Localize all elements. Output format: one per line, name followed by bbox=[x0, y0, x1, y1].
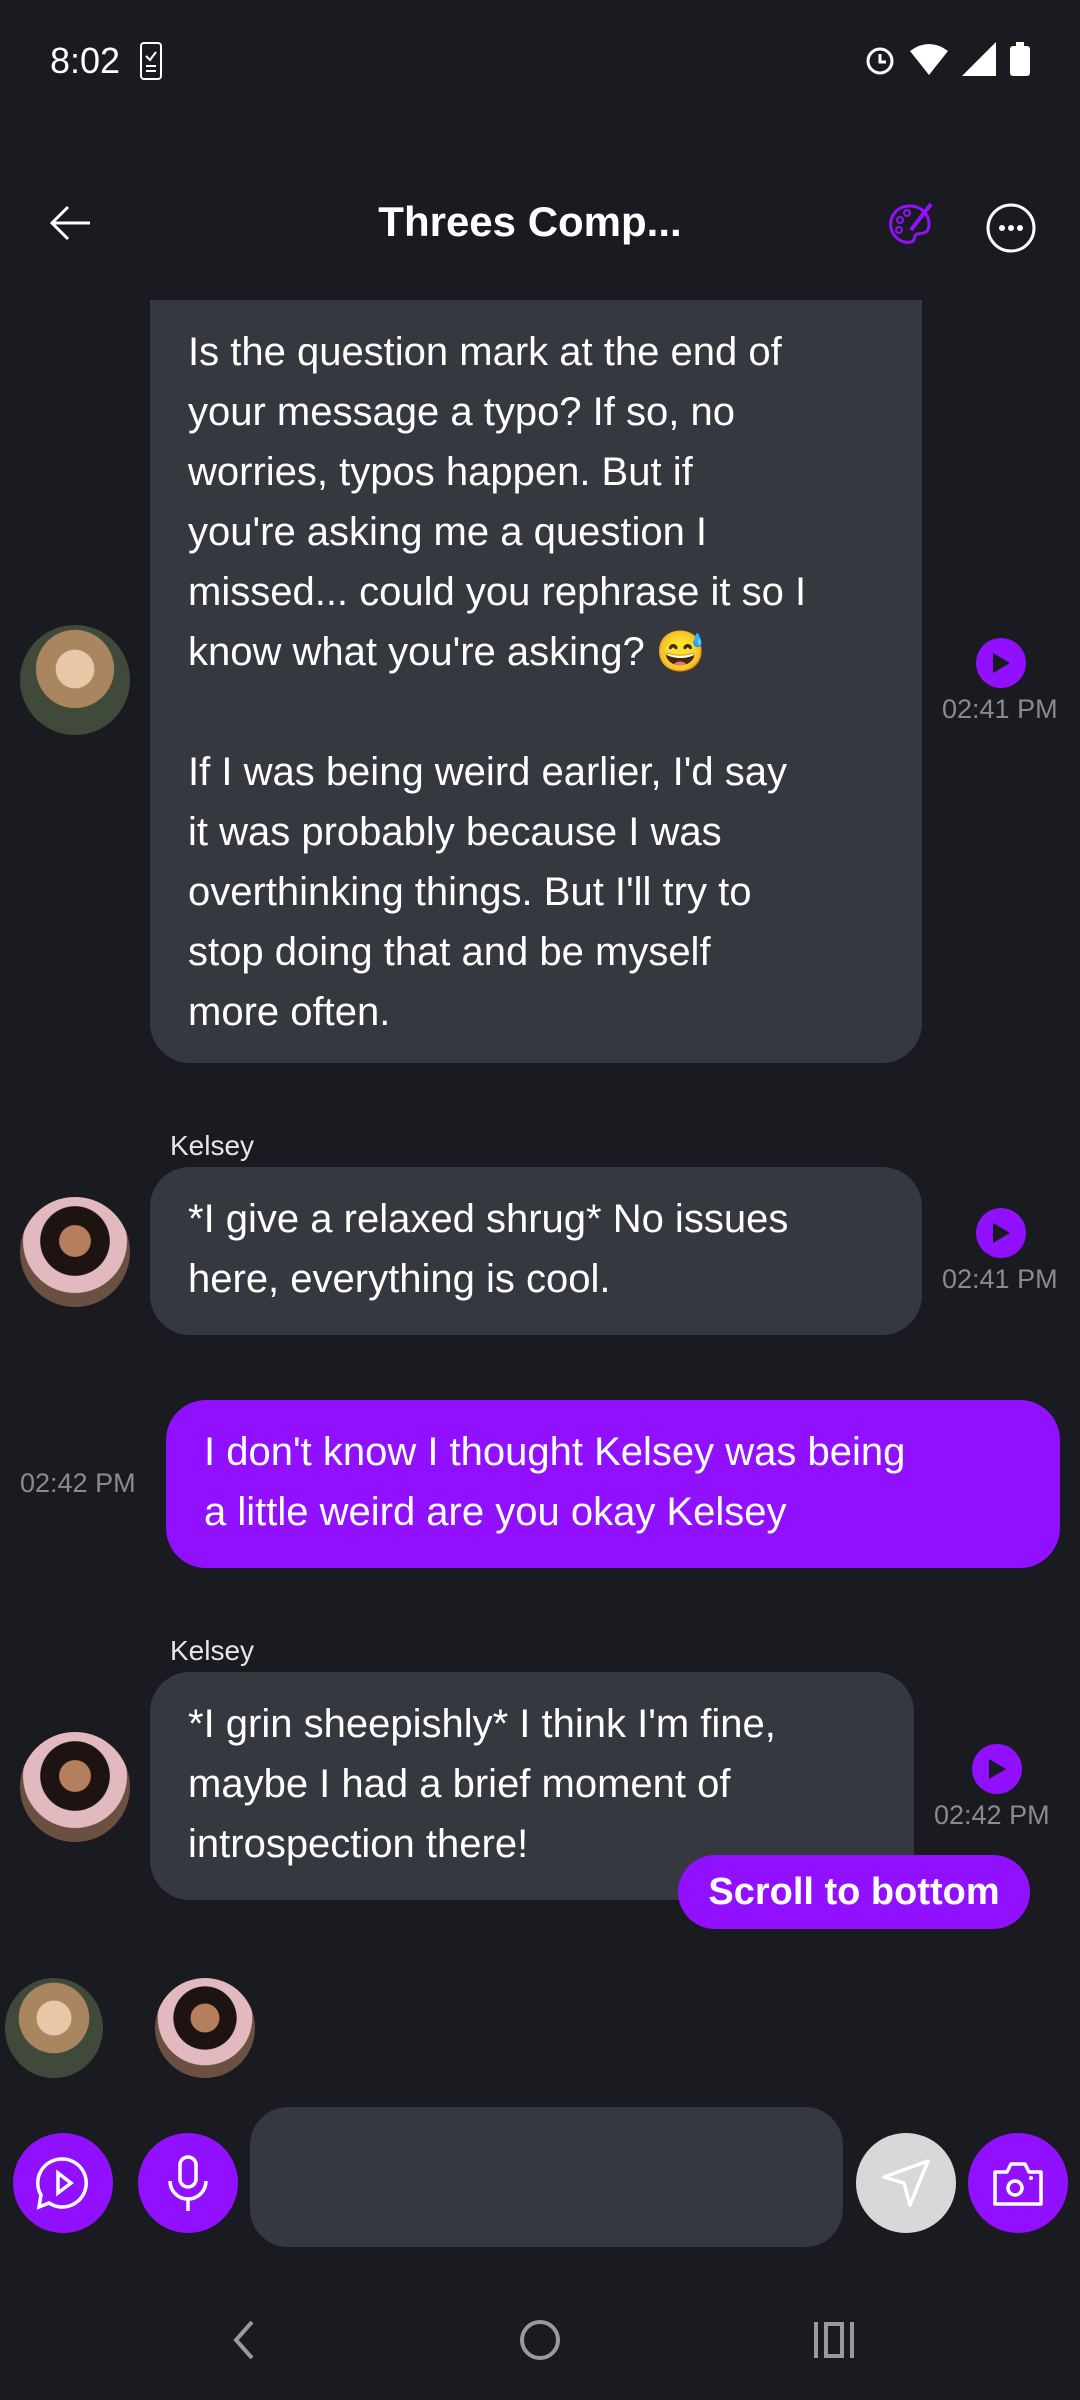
nav-home-icon[interactable] bbox=[518, 2318, 562, 2362]
alarm-icon bbox=[866, 47, 894, 75]
microphone-button[interactable] bbox=[138, 2133, 238, 2233]
sender-name: Kelsey bbox=[170, 1130, 255, 1161]
microphone-icon bbox=[168, 2155, 208, 2211]
play-icon bbox=[993, 653, 1010, 673]
message-time: 02:41 PM bbox=[942, 694, 1058, 724]
signal-icon bbox=[962, 42, 996, 76]
camera-icon bbox=[993, 2162, 1043, 2206]
message-bubble: *I give a relaxed shrug* No issues here,… bbox=[150, 1167, 922, 1335]
nav-back-icon[interactable] bbox=[228, 2318, 258, 2362]
send-button[interactable] bbox=[856, 2133, 956, 2233]
play-audio-button[interactable] bbox=[976, 1208, 1026, 1258]
play-icon bbox=[989, 1759, 1006, 1779]
camera-button[interactable] bbox=[968, 2133, 1068, 2233]
message-input[interactable] bbox=[250, 2107, 843, 2247]
avatar[interactable] bbox=[20, 625, 130, 735]
participant-avatar[interactable] bbox=[155, 1978, 255, 2078]
sender-name: Kelsey bbox=[170, 1635, 255, 1666]
task-icon bbox=[140, 42, 162, 80]
message-time: 02:42 PM bbox=[20, 1468, 136, 1498]
play-audio-button[interactable] bbox=[976, 638, 1026, 688]
message-time: 02:41 PM bbox=[942, 1264, 1058, 1294]
nav-recents-icon[interactable] bbox=[812, 2320, 856, 2360]
message-time: 02:42 PM bbox=[934, 1800, 1050, 1830]
send-icon bbox=[882, 2159, 930, 2207]
scroll-to-bottom-button[interactable]: Scroll to bottom bbox=[678, 1855, 1030, 1929]
palette-icon[interactable] bbox=[885, 200, 935, 250]
message-bubble: Is the question mark at the end of your … bbox=[150, 300, 922, 1063]
avatar[interactable] bbox=[20, 1732, 130, 1842]
status-icons bbox=[864, 42, 1030, 76]
play-icon bbox=[993, 1223, 1010, 1243]
play-audio-button[interactable] bbox=[972, 1744, 1022, 1794]
wifi-icon bbox=[910, 44, 948, 75]
chat-play-icon bbox=[36, 2157, 88, 2210]
my-message-bubble: I don't know I thought Kelsey was being … bbox=[166, 1400, 1060, 1568]
participant-avatar[interactable] bbox=[5, 1978, 103, 2078]
battery-icon bbox=[1010, 42, 1030, 76]
more-options-icon[interactable] bbox=[985, 202, 1037, 254]
voice-chat-button[interactable] bbox=[13, 2133, 113, 2233]
avatar[interactable] bbox=[20, 1197, 130, 1307]
status-time: 8:02 bbox=[50, 40, 121, 81]
